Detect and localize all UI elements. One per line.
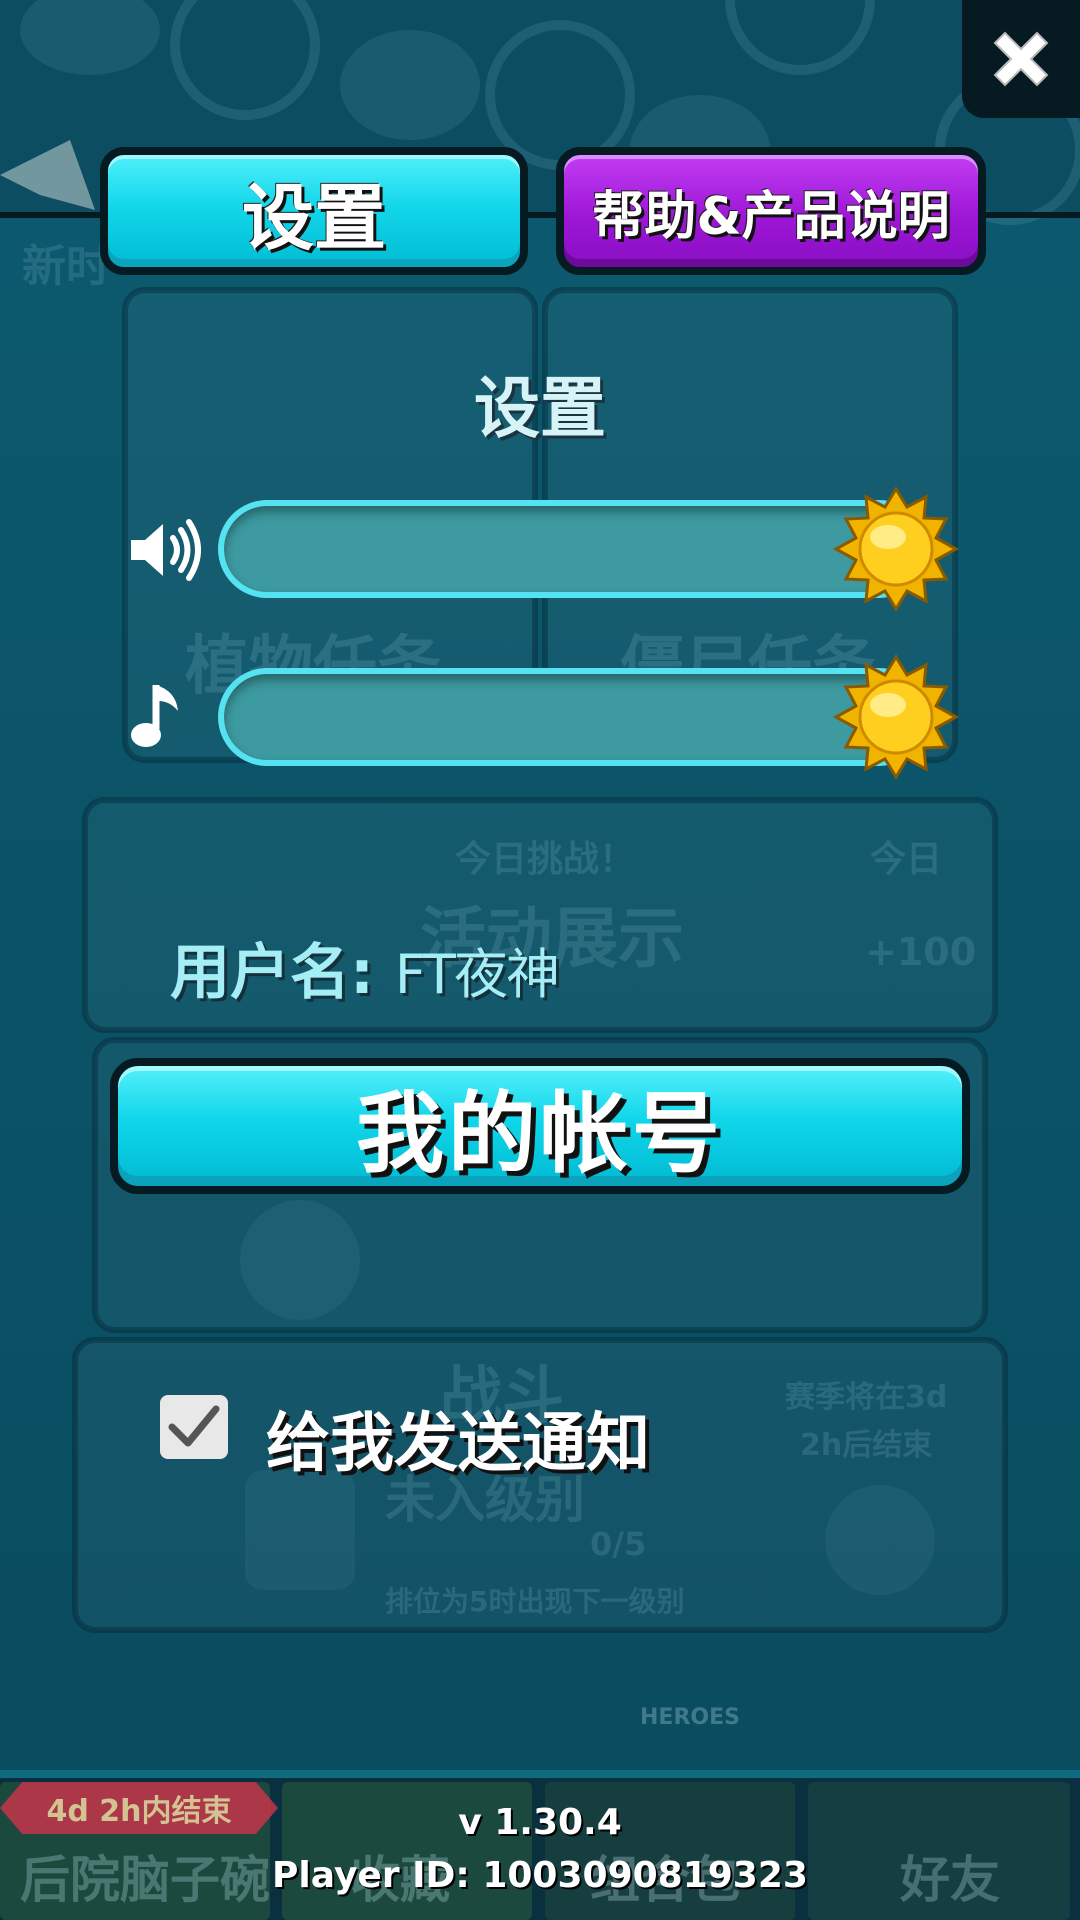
tab-settings[interactable]: 设置 (100, 147, 528, 275)
bg-season-end-2: 2h后结束 (800, 1428, 933, 1463)
sound-slider-knob[interactable] (832, 485, 960, 613)
music-note-icon (118, 672, 208, 762)
checkmark-icon (168, 1405, 220, 1447)
username-row: 用户名: FT夜神 (170, 924, 560, 1011)
close-button[interactable] (962, 0, 1080, 118)
sound-volume-slider[interactable] (218, 500, 928, 598)
bg-season-end: 赛季将在3d (785, 1380, 948, 1415)
bg-new-label: 新时 (22, 241, 110, 292)
bg-progress: 0/5 (590, 1525, 647, 1563)
bg-today: 今日 (870, 839, 943, 880)
version-text: v 1.30.4 (458, 1802, 622, 1843)
notifications-label: 给我发送通知 (266, 1407, 650, 1481)
username-value: FT夜神 (394, 943, 560, 1006)
bg-rank-hint: 排位为5时出现下一级别 (385, 1585, 685, 1618)
music-slider-knob[interactable] (832, 653, 960, 781)
my-account-button[interactable]: 我的帐号 (110, 1058, 970, 1194)
close-icon (993, 31, 1049, 87)
notifications-checkbox[interactable] (160, 1395, 228, 1459)
player-id-text: Player ID: 1003090819323 (272, 1855, 808, 1896)
heroes-card-label: HEROES (640, 1705, 740, 1730)
bg-today-challenge: 今日挑战！ (455, 839, 636, 880)
music-volume-slider[interactable] (218, 668, 928, 766)
tab-help[interactable]: 帮助&产品说明 (556, 147, 986, 275)
panel-title: 设置 (474, 370, 606, 447)
username-label: 用户名: (170, 938, 374, 1008)
speaker-icon (118, 505, 208, 595)
bg-reward: +100 (865, 930, 977, 974)
